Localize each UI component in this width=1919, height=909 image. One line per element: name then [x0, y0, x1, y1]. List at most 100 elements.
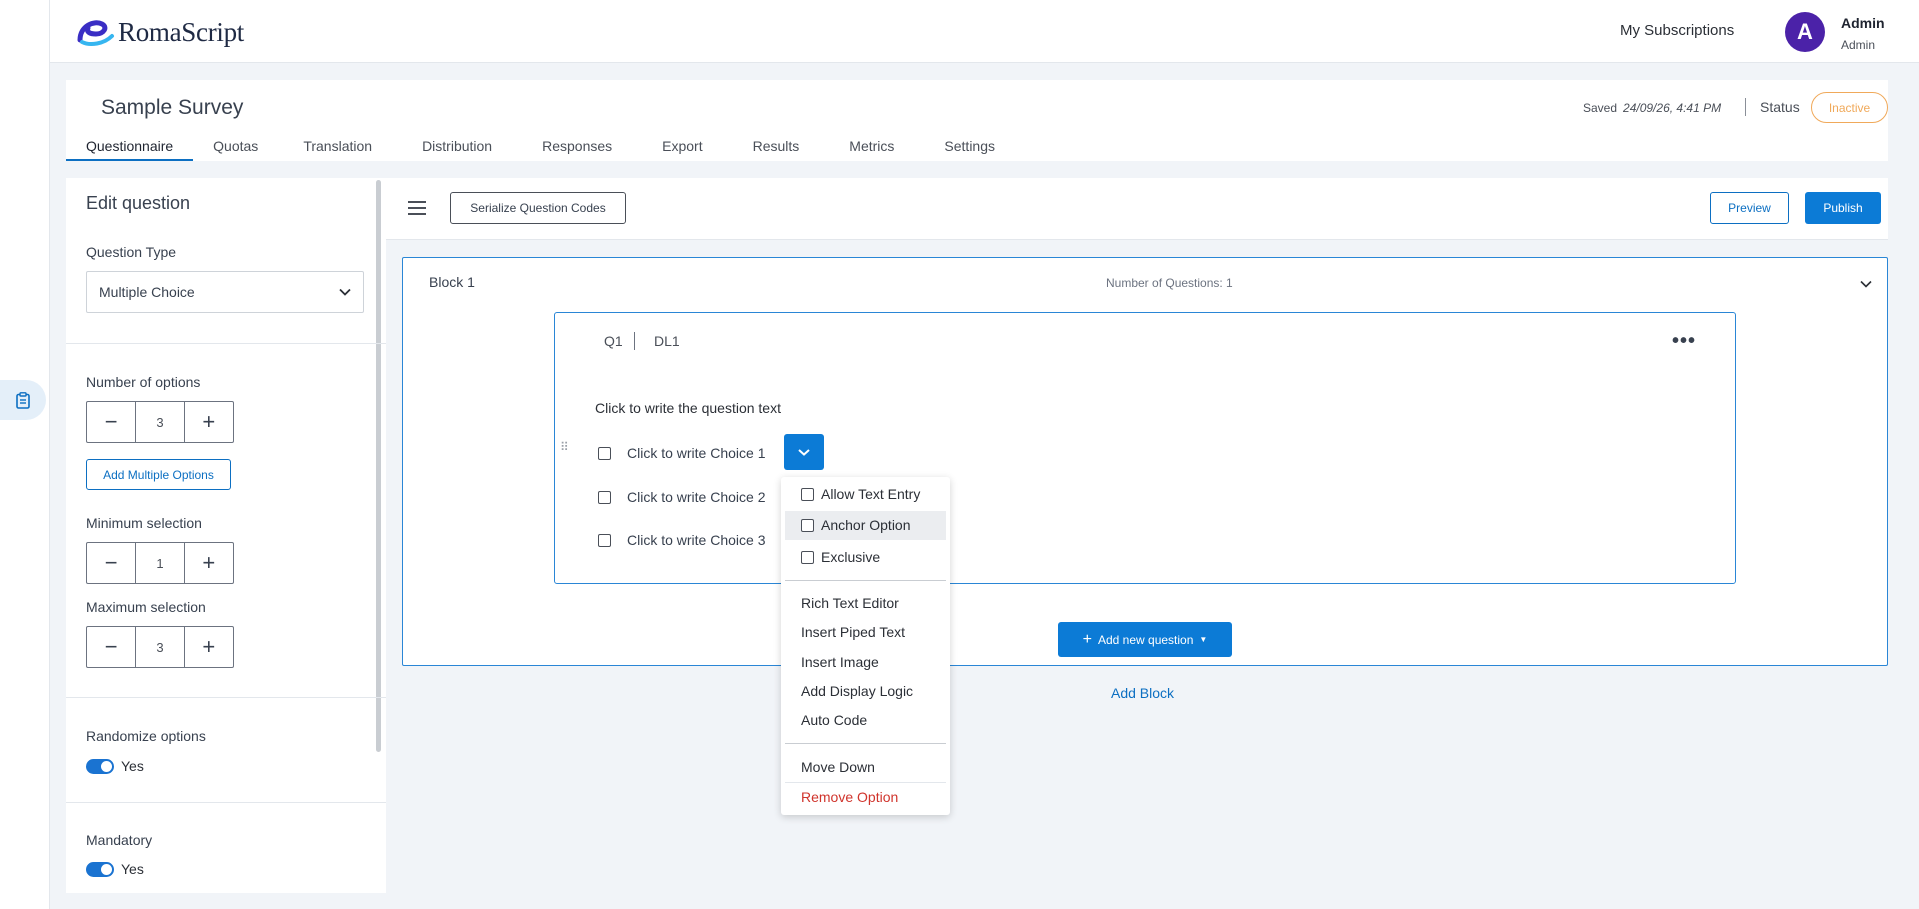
saved-status: Saved 24/09/26, 4:41 PM	[1583, 101, 1721, 115]
block-question-count: Number of Questions: 1	[1106, 276, 1233, 290]
logo-text: RomaScript	[118, 16, 244, 47]
tab-results[interactable]: Results	[728, 135, 825, 161]
add-new-question-label: Add new question	[1098, 632, 1194, 647]
logo-mark-icon	[77, 20, 114, 46]
mandatory-toggle[interactable]	[86, 861, 114, 877]
saved-time: 24/09/26, 4:41 PM	[1623, 101, 1722, 115]
decrement-button[interactable]: −	[87, 543, 135, 583]
minimum-selection-label: Minimum selection	[86, 515, 202, 531]
my-subscriptions-link[interactable]: My Subscriptions	[1620, 22, 1734, 39]
menu-item-label: Exclusive	[821, 549, 881, 565]
add-multiple-options-button[interactable]: Add Multiple Options	[86, 459, 231, 490]
menu-divider	[785, 743, 946, 744]
left-rail	[0, 0, 50, 909]
menu-icon[interactable]	[408, 201, 426, 215]
chevron-down-icon	[1860, 280, 1872, 288]
status-divider	[1745, 98, 1746, 116]
drag-handle-icon[interactable]: ⠿	[560, 441, 569, 453]
panel-scrollbar[interactable]	[376, 180, 381, 752]
questionnaire-nav-button[interactable]	[0, 380, 46, 420]
logo[interactable]: RomaScript	[76, 14, 244, 50]
menu-item-auto-code[interactable]: Auto Code	[801, 712, 867, 728]
menu-item-label: Anchor Option	[821, 517, 911, 533]
decrement-button[interactable]: −	[87, 402, 135, 442]
tab-metrics[interactable]: Metrics	[824, 135, 919, 161]
choice-text[interactable]: Click to write Choice 1	[627, 445, 766, 461]
more-options-icon[interactable]: •••	[1672, 330, 1696, 353]
decrement-button[interactable]: −	[87, 627, 135, 667]
avatar[interactable]: A	[1785, 12, 1825, 52]
increment-button[interactable]: +	[185, 402, 233, 442]
choice-checkbox[interactable]	[598, 533, 611, 547]
menu-item-move-down[interactable]: Move Down	[801, 759, 875, 775]
menu-item-insert-image[interactable]: Insert Image	[801, 654, 879, 670]
clipboard-icon	[16, 391, 30, 409]
menu-item-rich-text-editor[interactable]: Rich Text Editor	[801, 595, 899, 611]
choice-checkbox[interactable]	[598, 446, 611, 460]
tab-export[interactable]: Export	[637, 135, 727, 161]
question-type-label: Question Type	[86, 244, 177, 260]
increment-button[interactable]: +	[185, 543, 233, 583]
choice-options-dropdown-button[interactable]	[784, 434, 824, 470]
plus-icon: +	[1082, 630, 1092, 648]
serialize-question-codes-button[interactable]: Serialize Question Codes	[450, 192, 626, 224]
tab-translation[interactable]: Translation	[278, 135, 397, 161]
tab-settings[interactable]: Settings	[919, 135, 1020, 161]
question-type-value: Multiple Choice	[99, 284, 195, 300]
minimum-selection-value[interactable]: 1	[135, 543, 185, 583]
menu-item-insert-piped-text[interactable]: Insert Piped Text	[801, 624, 905, 640]
question-text[interactable]: Click to write the question text	[595, 400, 781, 416]
status-label: Status	[1760, 99, 1800, 115]
menu-item-add-display-logic[interactable]: Add Display Logic	[801, 683, 913, 699]
status-badge[interactable]: Inactive	[1811, 92, 1888, 123]
menu-item-exclusive[interactable]: Exclusive	[801, 549, 880, 565]
publish-button[interactable]: Publish	[1805, 192, 1881, 224]
number-of-options-value[interactable]: 3	[135, 402, 185, 442]
caret-down-icon: ▼	[1199, 635, 1208, 644]
number-of-options-stepper: − 3 +	[86, 401, 234, 443]
question-type-select[interactable]: Multiple Choice	[86, 271, 364, 313]
maximum-selection-value[interactable]: 3	[135, 627, 185, 667]
randomize-toggle[interactable]	[86, 758, 114, 774]
randomize-options-label: Randomize options	[86, 728, 206, 744]
user-name: Admin	[1841, 15, 1885, 31]
mandatory-value: Yes	[121, 861, 144, 877]
randomize-value: Yes	[121, 758, 144, 774]
user-role: Admin	[1841, 38, 1876, 52]
maximum-selection-label: Maximum selection	[86, 599, 206, 615]
minimum-selection-stepper: − 1 +	[86, 542, 234, 584]
preview-button[interactable]: Preview	[1710, 192, 1789, 224]
question-code: Q1	[604, 333, 623, 349]
block-collapse-button[interactable]	[1860, 275, 1872, 291]
choice-checkbox[interactable]	[598, 490, 611, 504]
menu-divider	[785, 782, 946, 783]
tab-responses[interactable]: Responses	[517, 135, 637, 161]
add-new-question-button[interactable]: + Add new question ▼	[1058, 622, 1232, 657]
edit-question-title: Edit question	[86, 193, 191, 213]
add-block-link[interactable]: Add Block	[1111, 685, 1174, 701]
menu-item-remove-option[interactable]: Remove Option	[801, 789, 898, 805]
tab-questionnaire[interactable]: Questionnaire	[66, 135, 194, 161]
menu-checkbox[interactable]	[801, 550, 814, 564]
choice-text[interactable]: Click to write Choice 3	[627, 532, 766, 548]
menu-item-label: Allow Text Entry	[821, 486, 921, 502]
block-title[interactable]: Block 1	[429, 274, 475, 290]
randomize-toggle-row: Yes	[86, 758, 144, 774]
maximum-selection-stepper: − 3 +	[86, 626, 234, 668]
menu-item-allow-text-entry[interactable]: Allow Text Entry	[801, 486, 920, 502]
menu-item-anchor-option[interactable]: Anchor Option	[801, 517, 911, 533]
tab-distribution[interactable]: Distribution	[397, 135, 517, 161]
question-data-label[interactable]: DL1	[654, 333, 680, 349]
panel-divider	[66, 802, 386, 803]
mandatory-toggle-row: Yes	[86, 861, 144, 877]
increment-button[interactable]: +	[185, 627, 233, 667]
menu-checkbox[interactable]	[801, 487, 814, 501]
saved-label: Saved	[1583, 101, 1618, 115]
menu-divider	[785, 580, 946, 581]
choice-text[interactable]: Click to write Choice 2	[627, 489, 766, 505]
panel-divider	[66, 697, 386, 698]
menu-checkbox[interactable]	[801, 518, 814, 532]
question-code-divider	[634, 332, 635, 350]
tab-quotas[interactable]: Quotas	[193, 135, 278, 161]
survey-title: Sample Survey	[101, 96, 244, 119]
